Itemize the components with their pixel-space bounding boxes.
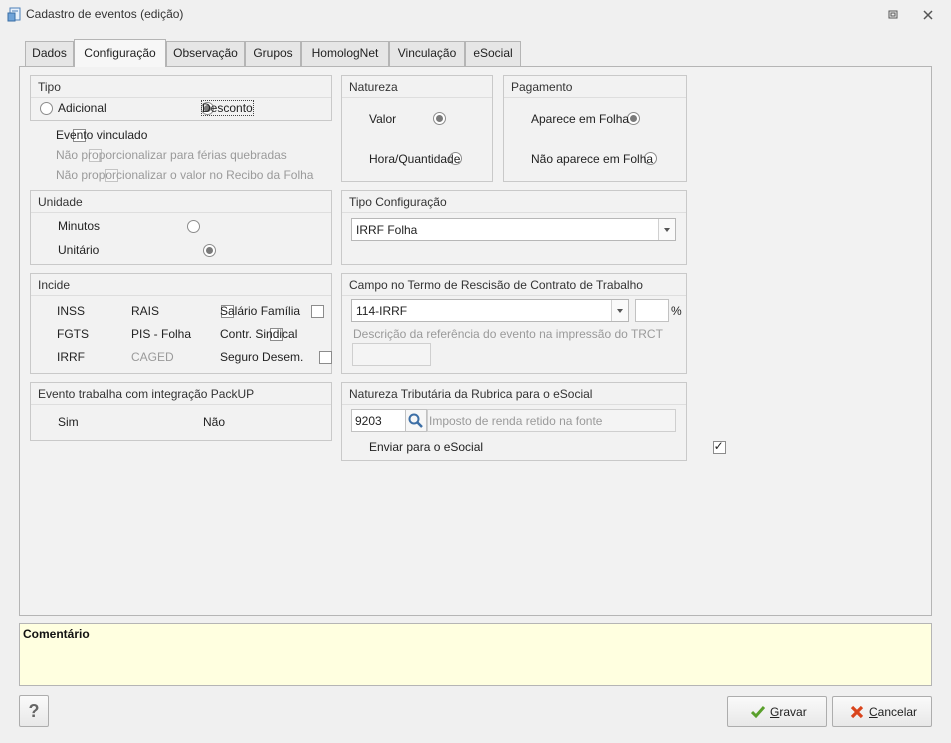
pagamento-aparece-label[interactable]: Aparece em Folha	[531, 112, 629, 126]
unidade-minutos-label[interactable]: Minutos	[58, 219, 100, 233]
tipo-configuracao-select[interactable]: IRRF Folha	[351, 218, 676, 241]
incide-seguro-desem-label[interactable]: Seguro Desem.	[220, 350, 303, 364]
tab-dados[interactable]: Dados	[25, 41, 74, 66]
evento-vinculado-label[interactable]: Evento vinculado	[56, 128, 147, 142]
packup-group: Evento trabalha com integração PackUP	[30, 382, 332, 441]
incide-fgts-label[interactable]: FGTS	[57, 327, 89, 341]
unidade-unitario-label[interactable]: Unitário	[58, 243, 99, 257]
enviar-esocial-checkbox[interactable]	[712, 439, 726, 454]
natureza-tributaria-code: 9203	[355, 414, 382, 428]
search-icon[interactable]	[405, 409, 427, 432]
incide-rais-label[interactable]: RAIS	[131, 304, 159, 318]
tipo-adicional-radio[interactable]	[40, 102, 53, 115]
help-button[interactable]: ?	[19, 695, 49, 727]
natureza-valor-label[interactable]: Valor	[369, 112, 396, 126]
natureza-tributaria-description: Imposto de renda retido na fonte	[427, 409, 676, 432]
descricao-referencia-input	[352, 343, 431, 366]
checkmark-icon	[751, 706, 765, 719]
tipo-adicional-label[interactable]: Adicional	[58, 101, 107, 115]
gravar-button[interactable]: Gravar	[727, 696, 827, 727]
packup-sim-label[interactable]: Sim	[58, 415, 79, 429]
tab-configuracao[interactable]: Configuração	[74, 39, 166, 67]
incide-group-title: Incide	[31, 274, 331, 296]
tab-homolognet[interactable]: HomologNet	[301, 41, 389, 66]
cancelar-label: Cancelar	[869, 705, 918, 719]
campo-trct-title: Campo no Termo de Rescisão de Contrato d…	[342, 274, 686, 296]
campo-trct-percent-input[interactable]	[635, 299, 669, 322]
tipo-configuracao-title: Tipo Configuração	[342, 191, 686, 213]
window-title: Cadastro de eventos (edição)	[26, 7, 184, 21]
tipo-group-title: Tipo	[31, 76, 331, 98]
enviar-esocial-label[interactable]: Enviar para o eSocial	[369, 440, 483, 454]
packup-group-title: Evento trabalha com integração PackUP	[31, 383, 331, 405]
unidade-group-title: Unidade	[31, 191, 331, 213]
cancelar-button[interactable]: Cancelar	[832, 696, 932, 727]
nao-proporcionalizar-ferias-label: Não proporcionalizar para férias quebrad…	[56, 148, 287, 162]
pagamento-nao-aparece-label[interactable]: Não aparece em Folha	[531, 152, 653, 166]
app-icon	[7, 7, 21, 22]
title-bar: Cadastro de eventos (edição)	[0, 0, 951, 30]
unidade-minutos-radio[interactable]	[187, 220, 201, 233]
restore-icon[interactable]	[884, 6, 902, 24]
tipo-configuracao-value: IRRF Folha	[356, 223, 418, 237]
tipo-desconto-label[interactable]: Desconto	[201, 100, 254, 116]
incide-salario-familia-label[interactable]: Salário Família	[220, 304, 300, 318]
pagamento-group-title: Pagamento	[504, 76, 686, 98]
tab-vinculacao[interactable]: Vinculação	[389, 41, 465, 66]
natureza-tributaria-title: Natureza Tributária da Rubrica para o eS…	[342, 383, 686, 405]
gravar-label: Gravar	[770, 705, 807, 719]
close-icon[interactable]	[919, 6, 937, 24]
tab-grupos[interactable]: Grupos	[245, 41, 301, 66]
campo-trct-select[interactable]: 114-IRRF	[351, 299, 629, 322]
incide-irrf-label[interactable]: IRRF	[57, 350, 85, 364]
nao-proporcionalizar-recibo-label: Não proporcionalizar o valor no Recibo d…	[56, 168, 314, 182]
incide-caged-label: CAGED	[131, 350, 174, 364]
tab-esocial[interactable]: eSocial	[465, 41, 521, 66]
chevron-down-icon[interactable]	[611, 300, 628, 321]
campo-trct-value: 114-IRRF	[356, 304, 408, 318]
natureza-group-title: Natureza	[342, 76, 492, 98]
chevron-down-icon[interactable]	[658, 219, 675, 240]
natureza-hora-label[interactable]: Hora/Quantidade	[369, 152, 460, 166]
incide-rais-checkbox[interactable]	[311, 305, 325, 318]
packup-nao-label[interactable]: Não	[203, 415, 225, 429]
percent-symbol: %	[671, 304, 682, 318]
comentario-label: Comentário	[23, 627, 90, 641]
incide-pis-folha-label[interactable]: PIS - Folha	[131, 327, 191, 341]
incide-irrf-checkbox[interactable]	[318, 351, 332, 364]
cancel-x-icon	[850, 705, 864, 719]
tab-observacao[interactable]: Observação	[166, 41, 245, 66]
incide-contr-sindical-label[interactable]: Contr. Sindical	[220, 327, 297, 341]
incide-inss-label[interactable]: INSS	[57, 304, 85, 318]
descricao-referencia-label: Descrição da referência do evento na imp…	[353, 327, 663, 341]
natureza-tributaria-code-input[interactable]: 9203	[351, 409, 406, 432]
comentario-area[interactable]: Comentário	[19, 623, 932, 686]
natureza-valor-radio[interactable]	[432, 112, 446, 125]
